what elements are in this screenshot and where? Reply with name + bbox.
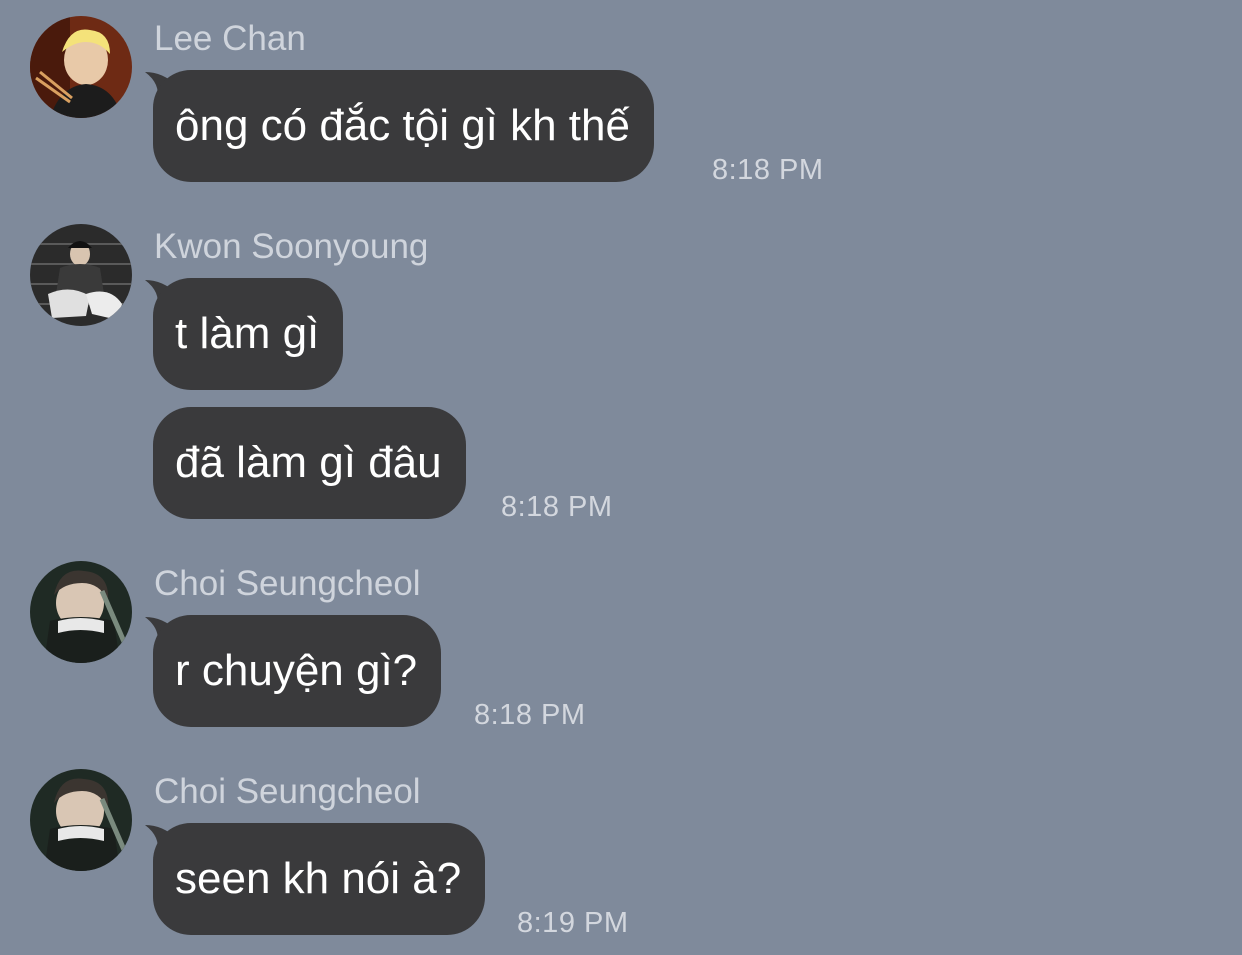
sender-name: Choi Seungcheol	[154, 564, 421, 603]
message-timestamp: 8:18 PM	[712, 154, 824, 186]
message-bubble[interactable]: seen kh nói à?	[153, 823, 486, 935]
message-timestamp: 8:18 PM	[474, 699, 586, 731]
sender-name: Lee Chan	[154, 19, 306, 58]
message-timestamp: 8:19 PM	[517, 907, 629, 939]
message-bubble[interactable]: t làm gì	[153, 278, 344, 390]
sender-name: Kwon Soonyoung	[154, 227, 429, 266]
avatar-kwon-soonyoung-icon[interactable]	[30, 224, 132, 326]
avatar-choi-seungcheol-icon[interactable]	[30, 561, 132, 663]
avatar-choi-seungcheol-icon[interactable]	[30, 769, 132, 871]
message-bubble[interactable]: r chuyện gì?	[153, 615, 442, 727]
message-timestamp: 8:18 PM	[501, 491, 613, 523]
avatar-lee-chan-icon[interactable]	[30, 16, 132, 118]
message-bubble[interactable]: ông có đắc tội gì kh thế	[153, 70, 654, 182]
sender-name: Choi Seungcheol	[154, 772, 421, 811]
message-bubble[interactable]: đã làm gì đâu	[153, 407, 466, 519]
